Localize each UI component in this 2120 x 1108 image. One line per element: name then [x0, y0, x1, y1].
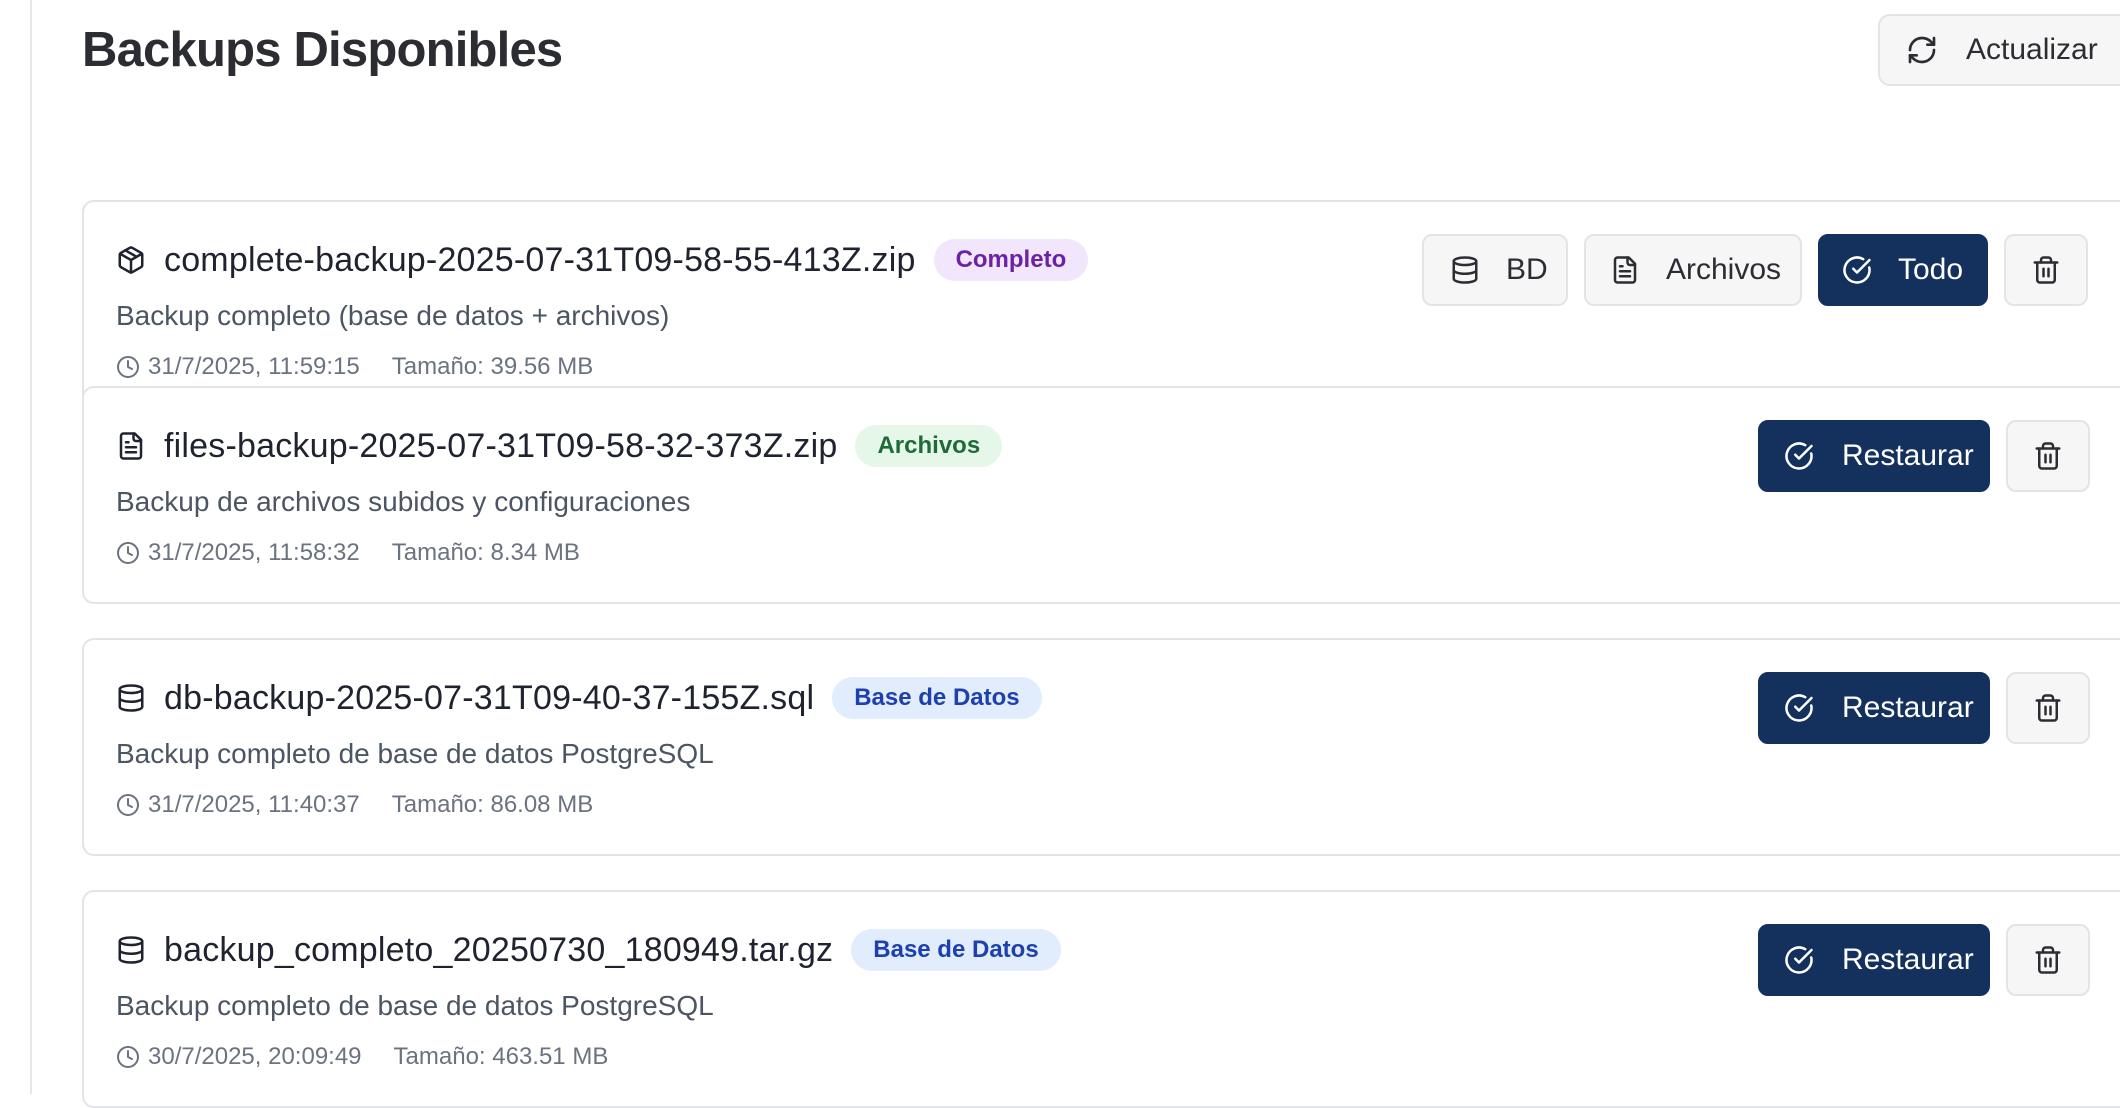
file-text-icon	[116, 431, 146, 461]
refresh-label: Actualizar	[1966, 33, 2098, 66]
backup-description: Backup de archivos subidos y configuraci…	[116, 486, 691, 517]
backup-actions: BD Archivos Todo	[1422, 234, 2088, 306]
file-text-icon	[1613, 256, 1637, 284]
trash-icon	[2035, 694, 2061, 722]
clock-icon	[117, 1046, 139, 1068]
backup-size: Tamaño: 8.34 MB	[391, 539, 580, 566]
restore-button[interactable]: Restaurar	[1758, 924, 1990, 996]
backup-description: Backup completo de base de datos Postgre…	[116, 738, 714, 769]
restore-db-button[interactable]: BD	[1422, 234, 1568, 306]
backup-size: Tamaño: 86.08 MB	[391, 791, 594, 818]
check-circle-icon	[1785, 694, 1813, 722]
restore-files-label: Archivos	[1666, 253, 1782, 286]
sidebar-edge	[0, 0, 32, 1094]
backup-actions: Restaurar	[1758, 924, 2090, 996]
backup-card: files-backup-2025-07-31T09-58-32-373Z.zi…	[82, 386, 2120, 604]
restore-label: Restaurar	[1842, 439, 1974, 472]
restore-files-button[interactable]: Archivos	[1584, 234, 1802, 306]
delete-button[interactable]	[2004, 234, 2088, 306]
backup-actions: Restaurar	[1758, 672, 2090, 744]
package-icon	[116, 245, 146, 275]
backup-type-badge: Archivos	[855, 425, 1003, 467]
backup-title-row: db-backup-2025-07-31T09-40-37-155Z.sql B…	[116, 674, 1042, 722]
trash-icon	[2035, 442, 2061, 470]
backup-date: 31/7/2025, 11:58:32	[148, 539, 360, 566]
restore-all-button[interactable]: Todo	[1818, 234, 1988, 306]
backup-title-row: files-backup-2025-07-31T09-58-32-373Z.zi…	[116, 422, 1003, 470]
trash-icon	[2033, 256, 2059, 284]
backup-type-badge: Base de Datos	[832, 677, 1042, 719]
restore-button[interactable]: Restaurar	[1758, 420, 1990, 492]
backup-title-row: backup_completo_20250730_180949.tar.gz B…	[116, 926, 1061, 974]
page-title: Backups Disponibles	[82, 23, 563, 77]
backup-card: backup_completo_20250730_180949.tar.gz B…	[82, 890, 2120, 1108]
backup-card: db-backup-2025-07-31T09-40-37-155Z.sql B…	[82, 638, 2120, 856]
backup-title-row: complete-backup-2025-07-31T09-58-55-413Z…	[116, 236, 1089, 284]
refresh-icon	[1908, 36, 1936, 64]
backup-size: Tamaño: 39.56 MB	[391, 353, 594, 380]
backup-filename: db-backup-2025-07-31T09-40-37-155Z.sql	[164, 678, 815, 717]
clock-icon	[117, 542, 139, 564]
trash-icon	[2035, 946, 2061, 974]
delete-button[interactable]	[2006, 420, 2090, 492]
check-circle-icon	[1785, 442, 1813, 470]
database-icon	[1452, 256, 1478, 284]
clock-icon	[117, 794, 139, 816]
backup-type-badge: Base de Datos	[851, 929, 1061, 971]
delete-button[interactable]	[2006, 672, 2090, 744]
clock-icon	[117, 356, 139, 378]
database-icon	[116, 683, 146, 713]
backup-description: Backup completo (base de datos + archivo…	[116, 300, 670, 331]
restore-label: Restaurar	[1842, 943, 1974, 976]
backup-meta: 31/7/2025, 11:40:37 Tamaño: 86.08 MB	[116, 790, 593, 820]
backup-description: Backup completo de base de datos Postgre…	[116, 990, 714, 1021]
backup-date: 30/7/2025, 20:09:49	[148, 1043, 362, 1070]
restore-db-label: BD	[1506, 253, 1548, 286]
refresh-button[interactable]: Actualizar	[1878, 14, 2120, 86]
restore-label: Restaurar	[1842, 691, 1974, 724]
restore-button[interactable]: Restaurar	[1758, 672, 1990, 744]
database-icon	[116, 935, 146, 965]
backup-meta: 31/7/2025, 11:58:32 Tamaño: 8.34 MB	[116, 538, 580, 568]
check-circle-icon	[1843, 256, 1871, 284]
restore-all-label: Todo	[1898, 253, 1964, 286]
delete-button[interactable]	[2006, 924, 2090, 996]
check-circle-icon	[1785, 946, 1813, 974]
backup-date: 31/7/2025, 11:59:15	[148, 353, 360, 380]
backup-size: Tamaño: 463.51 MB	[393, 1043, 609, 1070]
backup-actions: Restaurar	[1758, 420, 2090, 492]
backup-filename: backup_completo_20250730_180949.tar.gz	[164, 930, 834, 969]
backup-date: 31/7/2025, 11:40:37	[148, 791, 360, 818]
panel-header: Backups Disponibles Actualizar	[82, 0, 2120, 135]
backup-filename: complete-backup-2025-07-31T09-58-55-413Z…	[164, 240, 916, 279]
backups-panel: Backups Disponibles Actualizar complete-…	[82, 0, 2120, 1108]
backup-meta: 31/7/2025, 11:59:15 Tamaño: 39.56 MB	[116, 352, 593, 382]
backup-type-badge: Completo	[933, 239, 1089, 281]
backup-meta: 30/7/2025, 20:09:49 Tamaño: 463.51 MB	[116, 1042, 608, 1072]
backup-filename: files-backup-2025-07-31T09-58-32-373Z.zi…	[164, 426, 838, 465]
